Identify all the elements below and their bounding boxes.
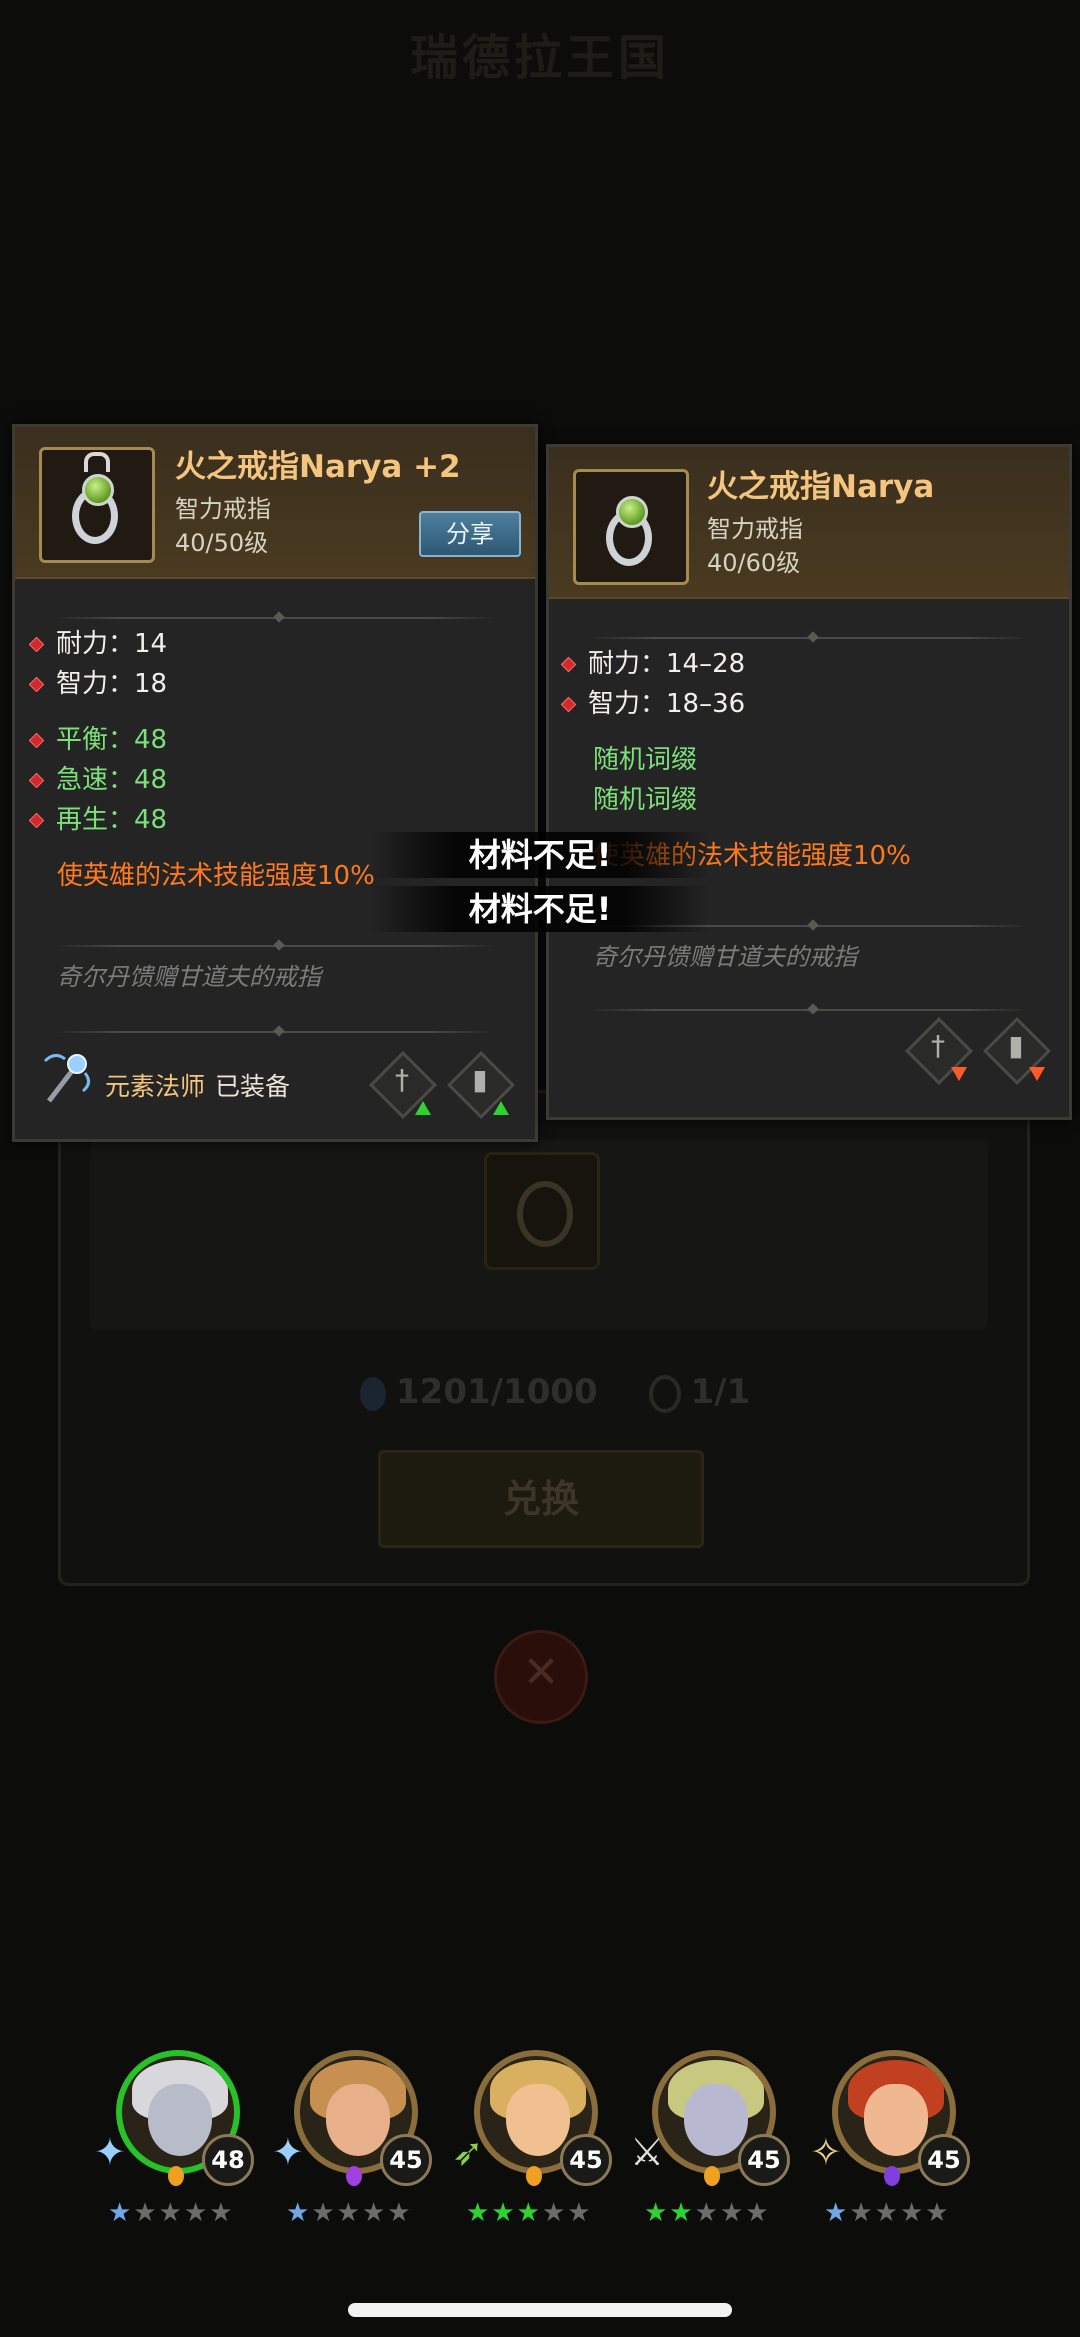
- equipped-status: 已装备: [215, 1072, 291, 1101]
- ring-slot[interactable]: [484, 1152, 600, 1270]
- gem-icon: [884, 2166, 900, 2186]
- hero-level-badge: 45: [738, 2134, 790, 2186]
- share-button[interactable]: 分享: [419, 511, 521, 557]
- ring-icon: [517, 1181, 573, 1247]
- close-swords-icon[interactable]: [494, 1630, 588, 1724]
- hero-star-rating: ★★★★★: [466, 2198, 593, 2228]
- item-type: 智力戒指: [707, 515, 803, 543]
- hero-star-rating: ★★★★★: [644, 2198, 771, 2228]
- compare-ring-tooltip: 火之戒指Narya 智力戒指 40/60级 耐力：14–28 智力：18–36 …: [546, 444, 1072, 1120]
- hero-slot[interactable]: ✧ 45: [810, 2050, 970, 2186]
- item-level: 40/60级: [707, 549, 801, 577]
- sword-weapon-icon: ⚔: [630, 2130, 665, 2174]
- gem-icon: [346, 2166, 362, 2186]
- stat-row: 耐力：14: [28, 623, 167, 660]
- ring-thumbnail: [573, 469, 689, 585]
- staff-weapon-icon: ✦: [272, 2130, 304, 2174]
- bonus-stat-row: 平衡：48: [28, 719, 167, 756]
- random-affix: 随机词缀: [593, 745, 698, 775]
- ring-cost-icon: [648, 1374, 681, 1413]
- lore-text: 奇尔丹馈赠甘道夫的戒指: [57, 963, 321, 991]
- equipped-info: 元素法师 已装备: [105, 1067, 290, 1103]
- hero-class: 元素法师: [105, 1072, 206, 1101]
- hero-slot[interactable]: ⚔ 45: [630, 2050, 790, 2186]
- item-name: 火之戒指Narya: [707, 469, 935, 505]
- blade-weapon-icon: ✧: [810, 2130, 842, 2174]
- gem-icon: [704, 2166, 720, 2186]
- divider: [589, 1009, 1029, 1011]
- special-effect: 使英雄的法术技能强度10%: [57, 861, 375, 891]
- staff-weapon-icon: ✦: [94, 2130, 126, 2174]
- cost-row: 1201/1000 1/1: [360, 1372, 790, 1413]
- gem-icon: [526, 2166, 542, 2186]
- lore-text: 奇尔丹馈赠甘道夫的戒指: [593, 943, 857, 971]
- hero-star-rating: ★★★★★: [286, 2198, 413, 2228]
- hero-star-rating: ★★★★★: [824, 2198, 951, 2228]
- stat-row: 耐力：14–28: [560, 643, 745, 680]
- kingdom-title: 瑞德拉王国: [409, 30, 670, 86]
- essence-cost: 1201/1000: [396, 1372, 598, 1412]
- divider: [55, 617, 495, 619]
- divider: [55, 945, 495, 947]
- mage-staff-icon: [43, 1054, 90, 1103]
- exchange-button[interactable]: 兑换: [378, 1450, 704, 1548]
- armor-compare-icon[interactable]: ▮: [447, 1051, 515, 1119]
- lock-icon: [84, 452, 110, 472]
- armor-compare-icon[interactable]: ▮: [983, 1017, 1051, 1085]
- ring-cost: 1/1: [690, 1372, 751, 1412]
- sword-compare-icon[interactable]: †: [905, 1017, 973, 1085]
- stat-row: 智力：18–36: [560, 683, 745, 720]
- hero-level-badge: 45: [560, 2134, 612, 2186]
- sword-compare-icon[interactable]: †: [369, 1051, 437, 1119]
- hero-slot[interactable]: ✦ 45: [272, 2050, 432, 2186]
- item-level: 40/50级: [175, 529, 269, 557]
- item-name: 火之戒指Narya +2: [175, 449, 461, 485]
- bonus-stat-row: 急速：48: [28, 759, 167, 796]
- divider: [589, 637, 1029, 639]
- bonus-stat-row: 再生：48: [28, 799, 167, 836]
- hero-star-rating: ★★★★★: [108, 2198, 235, 2228]
- stat-row: 智力：18: [28, 663, 167, 700]
- ring-thumbnail: [39, 447, 155, 563]
- divider: [55, 1031, 495, 1033]
- insufficient-materials-toast: 材料不足!: [370, 832, 710, 878]
- hero-level-badge: 45: [380, 2134, 432, 2186]
- equipped-ring-tooltip: 火之戒指Narya +2 智力戒指 40/50级 分享 耐力：14 智力：18 …: [12, 424, 538, 1142]
- bow-weapon-icon: ➶: [452, 2130, 484, 2174]
- hero-level-badge: 45: [918, 2134, 970, 2186]
- gem-icon: [168, 2166, 184, 2186]
- random-affix: 随机词缀: [593, 785, 698, 815]
- essence-drop-icon: [360, 1376, 386, 1411]
- hero-slot[interactable]: ➶ 45: [452, 2050, 612, 2186]
- item-type: 智力戒指: [175, 495, 271, 523]
- hero-level-badge: 48: [202, 2134, 254, 2186]
- insufficient-materials-toast: 材料不足!: [370, 886, 710, 932]
- home-indicator[interactable]: [348, 2303, 732, 2317]
- hero-slot[interactable]: ✦ 48: [94, 2050, 254, 2186]
